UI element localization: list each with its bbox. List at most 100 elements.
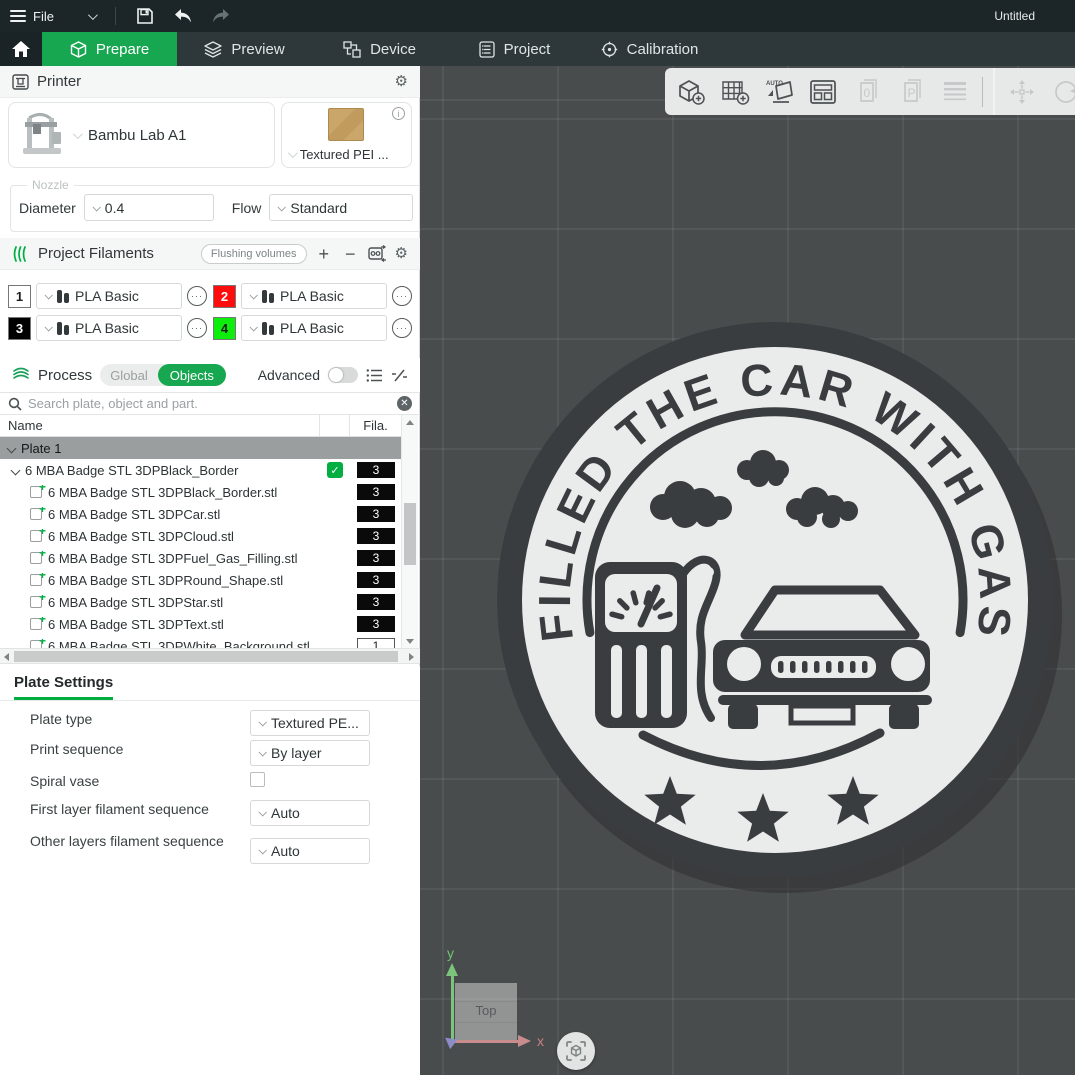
- split-to-objects-button[interactable]: 0: [847, 72, 886, 112]
- scroll-right-arrow[interactable]: [405, 650, 418, 664]
- filament-badge[interactable]: 1: [357, 638, 395, 648]
- collapse-icon[interactable]: [7, 443, 17, 453]
- split-to-parts-button[interactable]: P: [891, 72, 930, 112]
- gizmo-top-face[interactable]: Top: [455, 983, 517, 1042]
- object-visible-checkbox[interactable]: ✓: [327, 462, 343, 478]
- scrollbar-thumb[interactable]: [404, 503, 416, 565]
- view-cube-button[interactable]: [557, 1032, 595, 1070]
- filament-2-swatch[interactable]: 2: [213, 285, 236, 308]
- file-menu-expand[interactable]: [64, 0, 105, 32]
- print-sequence-select[interactable]: By layer: [250, 740, 370, 766]
- filament-1-more-button[interactable]: ···: [187, 286, 207, 306]
- filament-badge[interactable]: 3: [357, 484, 395, 500]
- filament-2-material: PLA Basic: [280, 288, 344, 304]
- viewport-toolbar: AUTO 0 P: [665, 68, 1075, 115]
- column-visibility: [320, 415, 350, 436]
- remove-filament-button[interactable]: −: [341, 245, 360, 263]
- gizmo-top-label: Top: [455, 1003, 517, 1018]
- printer-settings-gear-icon[interactable]: ⚙: [395, 74, 408, 89]
- flow-select[interactable]: Standard: [269, 194, 413, 221]
- filament-2-more-button[interactable]: ···: [392, 286, 412, 306]
- filament-1-select[interactable]: PLA Basic: [36, 283, 182, 309]
- plate-select[interactable]: i Textured PEI ...: [281, 102, 412, 168]
- scroll-down-arrow[interactable]: [402, 634, 418, 648]
- filament-4-more-button[interactable]: ···: [392, 318, 412, 338]
- tab-home[interactable]: [0, 32, 42, 66]
- collapse-icon[interactable]: [11, 465, 21, 475]
- tree-row-object[interactable]: 6 MBA Badge STL 3DPBlack_Border ✓ 3: [0, 459, 402, 481]
- tree-row-part[interactable]: + 6 MBA Badge STL 3DPBlack_Border.stl 3: [0, 481, 402, 503]
- badge-model[interactable]: FILLED THE CAR WITH GAS: [420, 66, 1075, 1075]
- printer-select[interactable]: Bambu Lab A1: [8, 102, 275, 168]
- filament-3-more-button[interactable]: ···: [187, 318, 207, 338]
- variable-layer-height-button[interactable]: [935, 72, 974, 112]
- move-tool-button[interactable]: [1002, 72, 1041, 112]
- search-clear-icon[interactable]: ✕: [397, 396, 412, 411]
- filament-badge[interactable]: 3: [357, 594, 395, 610]
- param-list-icon[interactable]: [366, 368, 383, 383]
- undo-button[interactable]: [164, 0, 202, 32]
- plate-settings-tab[interactable]: Plate Settings: [14, 674, 113, 700]
- tree-row-part[interactable]: + 6 MBA Badge STL 3DPCar.stl 3: [0, 503, 402, 525]
- tree-vertical-scrollbar[interactable]: [401, 415, 418, 648]
- ams-sync-icon[interactable]: [368, 245, 387, 262]
- filament-badge[interactable]: 3: [357, 572, 395, 588]
- tab-device[interactable]: Device: [312, 32, 447, 66]
- scroll-up-arrow[interactable]: [402, 415, 418, 429]
- tab-preview[interactable]: Preview: [177, 32, 312, 66]
- tree-row-plate[interactable]: Plate 1: [0, 437, 402, 459]
- scope-global-option[interactable]: Global: [100, 368, 158, 383]
- 3d-viewport[interactable]: FILLED THE CAR WITH GAS: [420, 66, 1075, 1075]
- other-layers-sequence-select[interactable]: Auto: [250, 838, 370, 864]
- tab-preview-label: Preview: [231, 41, 284, 58]
- scrollbar-thumb[interactable]: [14, 651, 398, 662]
- flushing-volumes-button[interactable]: Flushing volumes: [201, 244, 307, 264]
- add-object-button[interactable]: [671, 72, 710, 112]
- filament-1-swatch[interactable]: 1: [8, 285, 31, 308]
- add-plate-button[interactable]: [715, 72, 754, 112]
- scroll-left-arrow[interactable]: [0, 650, 13, 664]
- tree-row-part[interactable]: + 6 MBA Badge STL 3DPCloud.stl 3: [0, 525, 402, 547]
- rotate-tool-button[interactable]: [1046, 72, 1075, 112]
- filament-badge[interactable]: 3: [357, 462, 395, 478]
- tree-row-part[interactable]: + 6 MBA Badge STL 3DPRound_Shape.stl 3: [0, 569, 402, 591]
- redo-button[interactable]: [202, 0, 240, 32]
- filament-badge[interactable]: 3: [357, 506, 395, 522]
- plate-type-select[interactable]: Textured PE...: [250, 710, 370, 736]
- save-button[interactable]: [126, 0, 164, 32]
- car-wheel: [889, 704, 919, 729]
- expert-mode-icon[interactable]: [391, 368, 408, 383]
- advanced-toggle[interactable]: [328, 367, 358, 383]
- arrange-button[interactable]: [803, 72, 842, 112]
- add-filament-button[interactable]: +: [315, 245, 334, 263]
- orientation-gizmo[interactable]: Top y x: [440, 951, 570, 1061]
- nozzle-diameter-select[interactable]: 0.4: [84, 194, 214, 221]
- scope-objects-option[interactable]: Objects: [158, 364, 226, 386]
- tree-row-part[interactable]: + 6 MBA Badge STL 3DPText.stl 3: [0, 613, 402, 635]
- file-menu[interactable]: File: [0, 0, 64, 32]
- info-icon[interactable]: i: [392, 107, 405, 120]
- first-layer-sequence-select[interactable]: Auto: [250, 800, 370, 826]
- filament-settings-gear-icon[interactable]: ⚙: [395, 246, 408, 261]
- spiral-vase-checkbox[interactable]: [250, 772, 265, 787]
- tab-calibration[interactable]: Calibration: [582, 32, 717, 66]
- filament-2-select[interactable]: PLA Basic: [241, 283, 387, 309]
- filament-4-select[interactable]: PLA Basic: [241, 315, 387, 341]
- filament-3-swatch[interactable]: 3: [8, 317, 31, 340]
- filament-badge[interactable]: 3: [357, 528, 395, 544]
- tree-row-part[interactable]: + 6 MBA Badge STL 3DPWhite_Background.st…: [0, 635, 402, 648]
- printer-photo: [19, 112, 65, 158]
- tree-horizontal-scrollbar[interactable]: [0, 648, 420, 664]
- part-name: 6 MBA Badge STL 3DPRound_Shape.stl: [48, 573, 283, 588]
- auto-orient-button[interactable]: AUTO: [759, 72, 798, 112]
- filament-4-swatch[interactable]: 4: [213, 317, 236, 340]
- tree-row-part[interactable]: + 6 MBA Badge STL 3DPStar.stl 3: [0, 591, 402, 613]
- other-layers-sequence-value: Auto: [271, 843, 300, 859]
- filament-badge[interactable]: 3: [357, 616, 395, 632]
- tree-row-part[interactable]: + 6 MBA Badge STL 3DPFuel_Gas_Filling.st…: [0, 547, 402, 569]
- tab-project[interactable]: Project: [447, 32, 582, 66]
- tab-prepare[interactable]: Prepare: [42, 32, 177, 66]
- filament-badge[interactable]: 3: [357, 550, 395, 566]
- search-input[interactable]: [28, 396, 391, 411]
- filament-3-select[interactable]: PLA Basic: [36, 315, 182, 341]
